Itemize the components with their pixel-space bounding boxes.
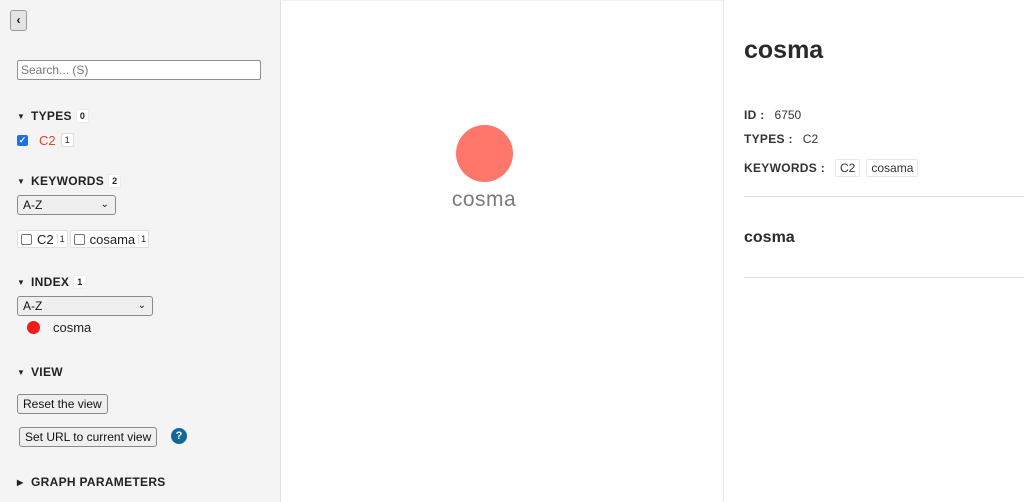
index-sort-value: A-Z bbox=[23, 299, 43, 313]
search-input[interactable] bbox=[17, 60, 261, 80]
triangle-down-icon: ▼ bbox=[17, 368, 26, 377]
graph-canvas[interactable]: cosma bbox=[282, 0, 723, 502]
chevron-down-icon: ⌄ bbox=[137, 300, 146, 311]
collapse-menu-button[interactable]: ‹ bbox=[10, 10, 27, 31]
graph-parameters-title: GRAPH PARAMETERS bbox=[31, 475, 166, 489]
left-menu: ‹ ▼ TYPES0 ✓ C2 1 ▼ KEYWORDS2 A-Z ⌄ C2 1 bbox=[0, 0, 281, 502]
keyword-chip-c2[interactable]: C2 1 bbox=[17, 230, 68, 248]
triangle-down-icon: ▼ bbox=[17, 278, 26, 287]
record-id-value: 6750 bbox=[774, 108, 802, 122]
record-types: TYPES : C2 bbox=[744, 132, 818, 146]
keywords-count: 2 bbox=[108, 174, 122, 188]
index-title: INDEX bbox=[31, 275, 70, 289]
view-title: VIEW bbox=[31, 365, 63, 379]
index-item-label: cosma bbox=[53, 320, 92, 335]
graph-parameters-toggle[interactable]: ▶ GRAPH PARAMETERS bbox=[17, 475, 166, 489]
types-section-toggle[interactable]: ▼ TYPES 0 bbox=[17, 109, 90, 123]
keywords-title: KEYWORDS bbox=[31, 174, 105, 188]
record-keywords-label: KEYWORDS : bbox=[744, 161, 825, 175]
help-icon[interactable]: ? bbox=[171, 428, 187, 444]
record-id-label: ID : bbox=[744, 108, 765, 122]
record-keyword-tag[interactable]: C2 bbox=[835, 159, 861, 177]
graph-node-label: cosma bbox=[451, 188, 517, 211]
reset-view-button[interactable]: Reset the view bbox=[17, 394, 108, 414]
index-item-cosma[interactable]: cosma bbox=[27, 320, 91, 335]
record-types-value: C2 bbox=[802, 132, 819, 146]
keyword-cosama-checkbox[interactable] bbox=[73, 233, 85, 245]
divider bbox=[744, 196, 1024, 197]
divider bbox=[744, 277, 1024, 278]
record-title: cosma bbox=[744, 36, 824, 64]
keyword-c2-label: C2 bbox=[37, 231, 54, 247]
keywords-sort-value: A-Z bbox=[23, 198, 43, 212]
keywords-section-toggle[interactable]: ▼ KEYWORDS 2 bbox=[17, 174, 122, 188]
type-c2-checkbox[interactable]: ✓ bbox=[17, 134, 28, 146]
set-url-button[interactable]: Set URL to current view bbox=[19, 427, 158, 447]
record-panel: cosma ID : 6750 TYPES : C2 KEYWORDS : C2 cos… bbox=[723, 0, 1024, 502]
graph-node[interactable] bbox=[456, 125, 513, 182]
view-section-toggle[interactable]: ▼ VIEW bbox=[17, 365, 63, 379]
triangle-down-icon: ▼ bbox=[17, 112, 26, 121]
record-keywords: KEYWORDS : C2 cosama bbox=[744, 159, 924, 177]
cosma-app: ‹ ▼ TYPES0 ✓ C2 1 ▼ KEYWORDS2 A-Z ⌄ C2 1 bbox=[0, 0, 1024, 502]
index-section-toggle[interactable]: ▼ INDEX 1 bbox=[17, 275, 87, 289]
index-count: 1 bbox=[73, 275, 87, 289]
record-color-dot bbox=[27, 321, 40, 334]
keyword-list: C2 1 cosama 1 bbox=[17, 230, 150, 248]
keyword-chip-cosama[interactable]: cosama 1 bbox=[69, 230, 150, 248]
keyword-cosama-label: cosama bbox=[89, 231, 136, 247]
record-content-heading: cosma bbox=[744, 229, 795, 246]
record-types-label: TYPES : bbox=[744, 132, 793, 146]
keyword-c2-checkbox[interactable] bbox=[21, 233, 32, 245]
types-count: 0 bbox=[75, 109, 90, 123]
keyword-cosama-count: 1 bbox=[138, 234, 146, 244]
keywords-sort-select[interactable]: A-Z ⌄ bbox=[17, 195, 116, 215]
triangle-down-icon: ▼ bbox=[17, 177, 26, 186]
type-c2-count: 1 bbox=[60, 133, 74, 147]
types-title: TYPES bbox=[31, 109, 72, 123]
triangle-right-icon: ▶ bbox=[17, 478, 24, 487]
type-filter-c2[interactable]: ✓ C2 1 bbox=[17, 132, 74, 148]
type-c2-label: C2 bbox=[39, 132, 56, 148]
index-sort-select[interactable]: A-Z ⌄ bbox=[17, 296, 153, 316]
keyword-c2-count: 1 bbox=[56, 234, 65, 244]
record-id: ID : 6750 bbox=[744, 108, 801, 122]
chevron-down-icon: ⌄ bbox=[100, 199, 109, 210]
record-keyword-tag[interactable]: cosama bbox=[866, 159, 919, 177]
